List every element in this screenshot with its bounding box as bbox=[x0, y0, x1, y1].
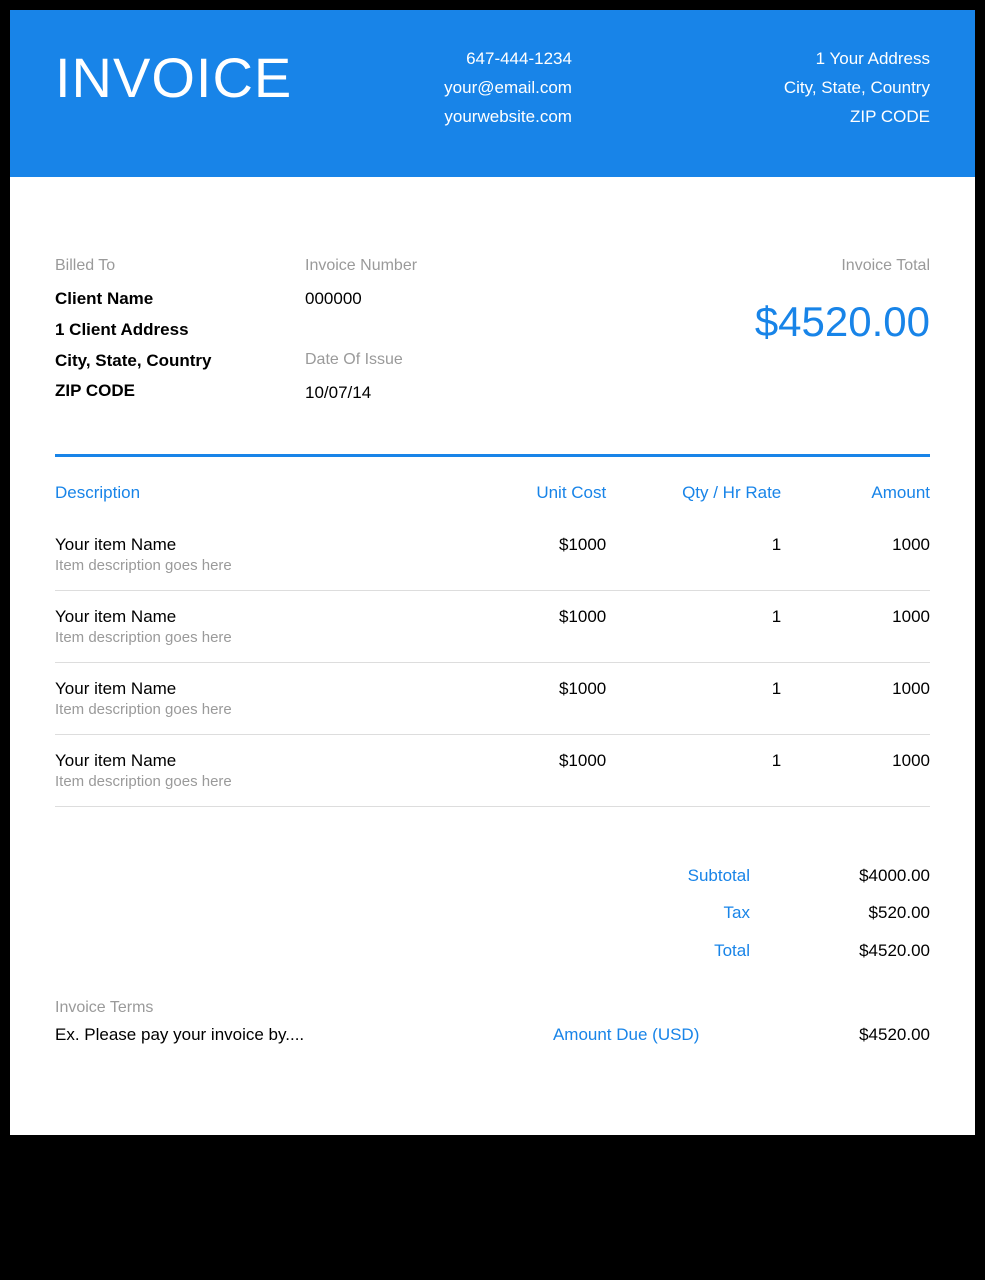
subtotal-label: Subtotal bbox=[570, 857, 750, 894]
invoice-meta: Billed To Client Name 1 Client Address C… bbox=[10, 177, 975, 454]
date-of-issue-label: Date Of Issue bbox=[305, 346, 505, 375]
item-qty: 1 bbox=[606, 735, 781, 807]
item-description: Item description goes here bbox=[55, 701, 449, 718]
sender-email: your@email.com bbox=[444, 74, 572, 103]
col-description: Description bbox=[55, 475, 449, 519]
col-unit-cost: Unit Cost bbox=[449, 475, 607, 519]
item-description-cell: Your item Name Item description goes here bbox=[55, 735, 449, 807]
sender-address-line1: 1 Your Address bbox=[784, 45, 930, 74]
sender-contact: 647-444-1234 your@email.com yourwebsite.… bbox=[444, 45, 572, 132]
item-description-cell: Your item Name Item description goes here bbox=[55, 519, 449, 591]
amount-due-value: $4520.00 bbox=[750, 1025, 930, 1045]
terms-text: Ex. Please pay your invoice by.... bbox=[55, 1025, 449, 1045]
item-unit-cost: $1000 bbox=[449, 735, 607, 807]
sender-website: yourwebsite.com bbox=[444, 103, 572, 132]
item-description: Item description goes here bbox=[55, 557, 449, 574]
item-name: Your item Name bbox=[55, 535, 449, 555]
subtotal-value: $4000.00 bbox=[750, 857, 930, 894]
invoice-title: INVOICE bbox=[55, 45, 292, 110]
terms-block: Invoice Terms Ex. Please pay your invoic… bbox=[55, 999, 449, 1045]
item-qty: 1 bbox=[606, 519, 781, 591]
amount-due-label: Amount Due (USD) bbox=[499, 1025, 699, 1045]
invoice-header: INVOICE 647-444-1234 your@email.com your… bbox=[10, 10, 975, 177]
col-qty: Qty / Hr Rate bbox=[606, 475, 781, 519]
client-address-line1: 1 Client Address bbox=[55, 315, 305, 346]
billed-to-block: Billed To Client Name 1 Client Address C… bbox=[55, 252, 305, 409]
totals-section: Subtotal $4000.00 Tax $520.00 Total $452… bbox=[10, 807, 975, 989]
item-description: Item description goes here bbox=[55, 629, 449, 646]
item-unit-cost: $1000 bbox=[449, 519, 607, 591]
terms-section: Invoice Terms Ex. Please pay your invoic… bbox=[10, 989, 975, 1135]
item-qty: 1 bbox=[606, 663, 781, 735]
item-description-cell: Your item Name Item description goes here bbox=[55, 591, 449, 663]
sender-phone: 647-444-1234 bbox=[444, 45, 572, 74]
tax-label: Tax bbox=[570, 894, 750, 931]
line-item-row: Your item Name Item description goes here… bbox=[55, 519, 930, 591]
invoice-document: INVOICE 647-444-1234 your@email.com your… bbox=[10, 10, 975, 1135]
total-row: Total $4520.00 bbox=[55, 932, 930, 969]
item-amount: 1000 bbox=[781, 591, 930, 663]
sender-address: 1 Your Address City, State, Country ZIP … bbox=[784, 45, 930, 132]
billed-to-label: Billed To bbox=[55, 252, 305, 281]
table-divider bbox=[55, 454, 930, 457]
total-label: Total bbox=[570, 932, 750, 969]
col-amount: Amount bbox=[781, 475, 930, 519]
total-value: $4520.00 bbox=[750, 932, 930, 969]
item-name: Your item Name bbox=[55, 751, 449, 771]
item-name: Your item Name bbox=[55, 679, 449, 699]
client-address-line3: ZIP CODE bbox=[55, 376, 305, 407]
invoice-total-label: Invoice Total bbox=[505, 252, 930, 281]
item-amount: 1000 bbox=[781, 519, 930, 591]
line-items-table: Description Unit Cost Qty / Hr Rate Amou… bbox=[55, 475, 930, 807]
item-unit-cost: $1000 bbox=[449, 591, 607, 663]
item-unit-cost: $1000 bbox=[449, 663, 607, 735]
tax-value: $520.00 bbox=[750, 894, 930, 931]
invoice-total-block: Invoice Total $4520.00 bbox=[505, 252, 930, 409]
item-description-cell: Your item Name Item description goes here bbox=[55, 663, 449, 735]
client-name: Client Name bbox=[55, 284, 305, 315]
sender-address-line2: City, State, Country bbox=[784, 74, 930, 103]
terms-label: Invoice Terms bbox=[55, 999, 449, 1017]
item-amount: 1000 bbox=[781, 735, 930, 807]
date-of-issue: 10/07/14 bbox=[305, 378, 505, 409]
line-item-row: Your item Name Item description goes here… bbox=[55, 591, 930, 663]
invoice-number: 000000 bbox=[305, 284, 505, 315]
invoice-number-label: Invoice Number bbox=[305, 252, 505, 281]
invoice-number-block: Invoice Number 000000 Date Of Issue 10/0… bbox=[305, 252, 505, 409]
line-items-section: Description Unit Cost Qty / Hr Rate Amou… bbox=[10, 454, 975, 807]
item-amount: 1000 bbox=[781, 663, 930, 735]
invoice-total-amount: $4520.00 bbox=[505, 284, 930, 360]
line-item-row: Your item Name Item description goes here… bbox=[55, 735, 930, 807]
item-description: Item description goes here bbox=[55, 773, 449, 790]
line-item-row: Your item Name Item description goes here… bbox=[55, 663, 930, 735]
item-name: Your item Name bbox=[55, 607, 449, 627]
table-header-row: Description Unit Cost Qty / Hr Rate Amou… bbox=[55, 475, 930, 519]
sender-address-line3: ZIP CODE bbox=[784, 103, 930, 132]
tax-row: Tax $520.00 bbox=[55, 894, 930, 931]
subtotal-row: Subtotal $4000.00 bbox=[55, 857, 930, 894]
item-qty: 1 bbox=[606, 591, 781, 663]
client-address-line2: City, State, Country bbox=[55, 346, 305, 377]
